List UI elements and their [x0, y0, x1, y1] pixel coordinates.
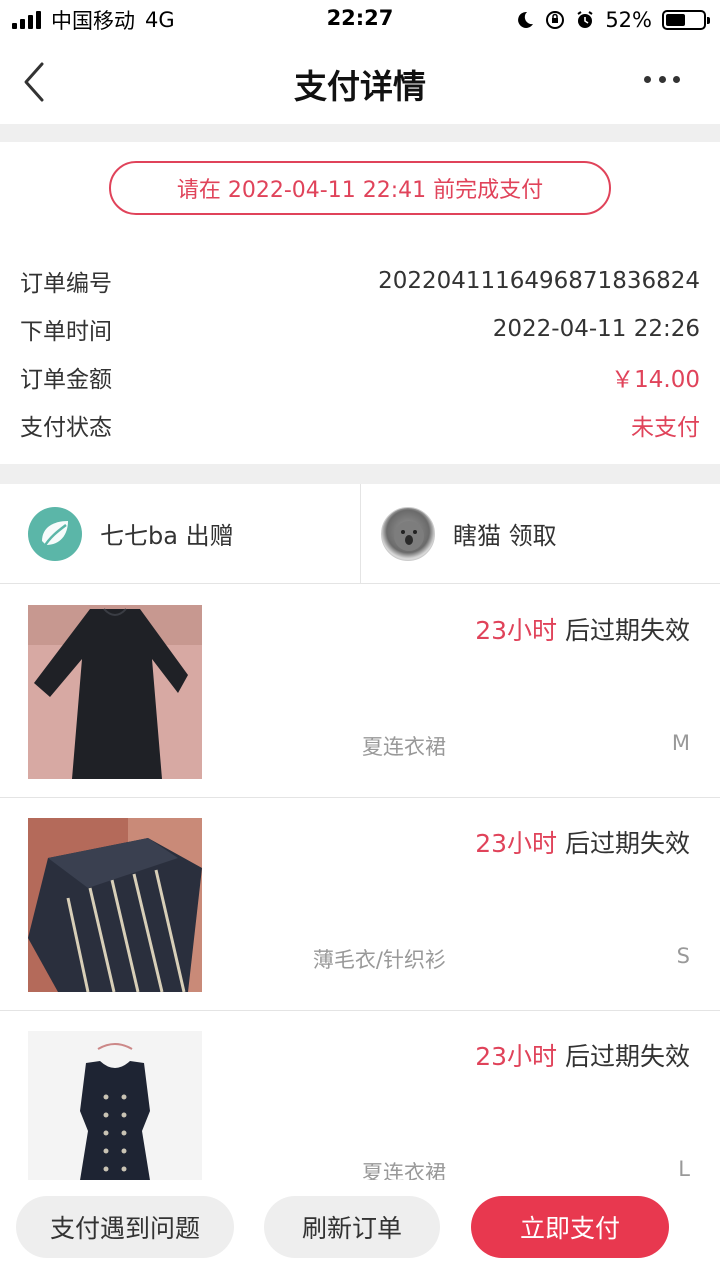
receiver[interactable]: 瞎猫 领取: [360, 484, 720, 583]
payment-status-label: 支付状态: [20, 415, 112, 441]
parties-section: 七七ba 出赠 瞎猫 领取: [0, 484, 720, 584]
expire-hours: 23小时: [475, 616, 558, 645]
list-item[interactable]: 23小时 后过期失效 夏连衣裙 M: [0, 585, 720, 798]
section-divider: [0, 124, 720, 142]
giver-label: 七七ba 出赠: [100, 522, 234, 550]
alarm-icon: [577, 11, 593, 28]
rotation-lock-icon: [546, 11, 565, 29]
item-size: L: [678, 1157, 690, 1181]
expire-notice: 23小时 后过期失效: [475, 1037, 690, 1073]
nav-bar: 支付详情: [0, 40, 720, 124]
item-photo: [28, 1031, 202, 1205]
item-size: M: [671, 731, 690, 755]
payment-deadline-badge: 请在 2022-04-11 22:41 前完成支付: [109, 161, 611, 215]
payment-problem-button[interactable]: 支付遇到问题: [16, 1196, 234, 1258]
expire-hours: 23小时: [475, 829, 558, 858]
payment-status-row: 支付状态 未支付: [20, 405, 700, 445]
expire-hours: 23小时: [475, 1042, 558, 1071]
section-divider: [0, 464, 720, 484]
expire-notice: 23小时 后过期失效: [475, 824, 690, 860]
item-photo: [28, 605, 202, 779]
giver[interactable]: 七七ba 出赠: [0, 484, 360, 583]
refresh-order-button[interactable]: 刷新订单: [264, 1196, 440, 1258]
order-time-label: 下单时间: [20, 319, 112, 345]
avatar: [28, 506, 82, 561]
status-bar: 中国移动 4G 22:27 52%: [0, 0, 720, 40]
list-item[interactable]: 23小时 后过期失效 薄毛衣/针织衫 S: [0, 798, 720, 1011]
item-category: 薄毛衣/针织衫: [312, 948, 446, 972]
more-icon[interactable]: [644, 76, 680, 86]
leaf-icon: [42, 520, 68, 548]
avatar: [381, 506, 435, 561]
battery-percent: 52%: [605, 8, 652, 32]
order-amount-label: 订单金额: [20, 367, 112, 393]
order-amount-row: 订单金额 ￥14.00: [20, 357, 700, 397]
page-title: 支付详情: [294, 67, 426, 106]
receiver-label: 瞎猫 领取: [453, 522, 557, 550]
order-number-value: 20220411164968718368​24: [378, 268, 700, 294]
item-photo: [28, 818, 202, 992]
order-number-row: 订单编号 20220411164968718368​24: [20, 261, 700, 301]
item-category: 夏连衣裙: [362, 735, 446, 759]
order-amount-value: ￥14.00: [611, 367, 700, 393]
status-right: 52%: [515, 6, 710, 34]
battery-icon: [662, 10, 710, 30]
item-size: S: [676, 944, 690, 968]
expire-suffix: 后过期失效: [557, 1042, 690, 1071]
moon-icon: [518, 11, 534, 28]
cat-photo: [394, 520, 424, 551]
expire-notice: 23小时 后过期失效: [475, 611, 690, 647]
order-time-value: 2022-04-11 22:26: [492, 316, 700, 342]
order-time-row: 下单时间 2022-04-11 22:26: [20, 309, 700, 349]
order-number-label: 订单编号: [20, 271, 112, 297]
payment-status-value: 未支付: [631, 415, 700, 441]
expire-suffix: 后过期失效: [557, 616, 690, 645]
expire-suffix: 后过期失效: [557, 829, 690, 858]
bottom-action-bar: 支付遇到问题 刷新订单 立即支付: [0, 1180, 720, 1280]
pay-now-button[interactable]: 立即支付: [471, 1196, 669, 1258]
